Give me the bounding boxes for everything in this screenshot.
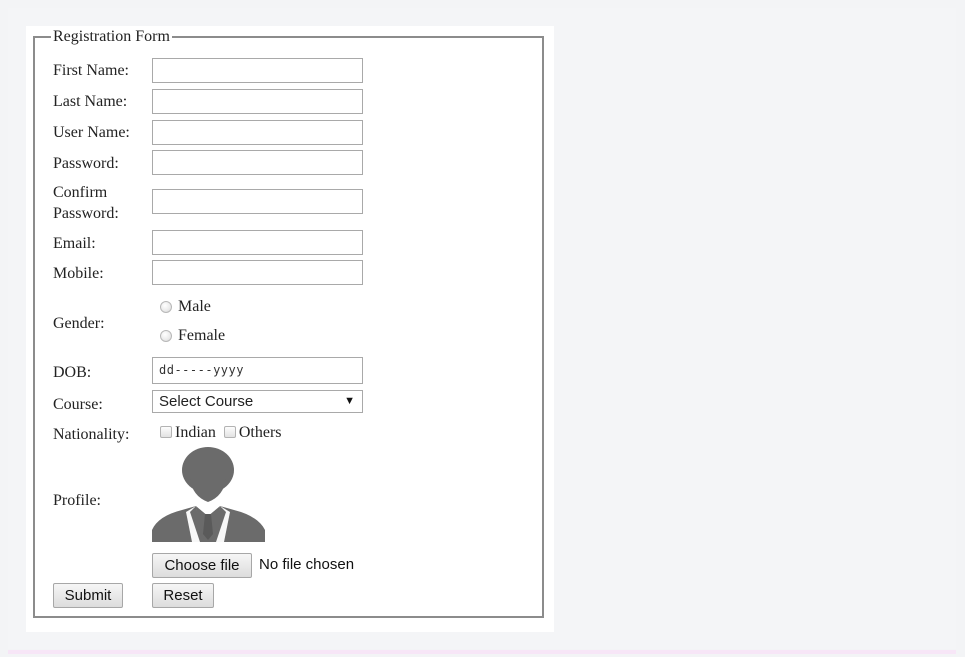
password-field[interactable]	[152, 150, 363, 175]
file-status-text: No file chosen	[259, 556, 355, 573]
first-name-label: First Name:	[53, 62, 129, 79]
confirm-password-label-line2: Password:	[53, 205, 119, 222]
first-name-field[interactable]	[152, 58, 363, 83]
dob-date-input[interactable]: dd-----yyyy	[152, 357, 363, 384]
profile-label: Profile:	[53, 492, 101, 509]
course-label: Course:	[53, 396, 103, 413]
submit-button[interactable]: Submit	[53, 583, 123, 608]
email-field[interactable]	[152, 230, 363, 255]
reset-button[interactable]: Reset	[152, 583, 214, 608]
last-name-label: Last Name:	[53, 93, 128, 110]
email-label: Email:	[53, 235, 96, 252]
choose-file-button[interactable]: Choose file	[152, 553, 252, 578]
user-silhouette-icon	[152, 447, 265, 542]
confirm-password-label-line1: Confirm	[53, 184, 108, 201]
user-name-field[interactable]	[152, 120, 363, 145]
registration-fieldset: Registration Form	[33, 28, 544, 618]
mobile-label: Mobile:	[53, 265, 104, 282]
others-checkbox-label: Others	[238, 424, 282, 441]
confirm-password-field[interactable]	[152, 189, 363, 214]
male-radio[interactable]	[160, 301, 172, 313]
bottom-strip	[8, 650, 956, 654]
female-radio-label: Female	[178, 327, 226, 344]
nationality-label: Nationality:	[53, 426, 130, 443]
user-name-label: User Name:	[53, 124, 130, 141]
gender-label: Gender:	[53, 315, 105, 332]
course-select[interactable]: Select Course ▼	[152, 390, 363, 413]
gender-option-male[interactable]: Male	[160, 298, 211, 316]
password-label: Password:	[53, 155, 119, 172]
nationality-options: Indian Others	[160, 424, 282, 442]
female-radio[interactable]	[160, 330, 172, 342]
indian-checkbox[interactable]	[160, 426, 172, 438]
male-radio-label: Male	[178, 298, 211, 315]
dropdown-arrow-icon: ▼	[344, 395, 355, 407]
dob-label: DOB:	[53, 364, 92, 381]
form-legend: Registration Form	[53, 28, 170, 45]
last-name-field[interactable]	[152, 89, 363, 114]
mobile-field[interactable]	[152, 260, 363, 285]
course-selected-value: Select Course	[159, 393, 254, 410]
others-checkbox[interactable]	[223, 426, 236, 438]
gender-option-female[interactable]: Female	[160, 327, 225, 345]
indian-checkbox-label: Indian	[175, 424, 216, 441]
